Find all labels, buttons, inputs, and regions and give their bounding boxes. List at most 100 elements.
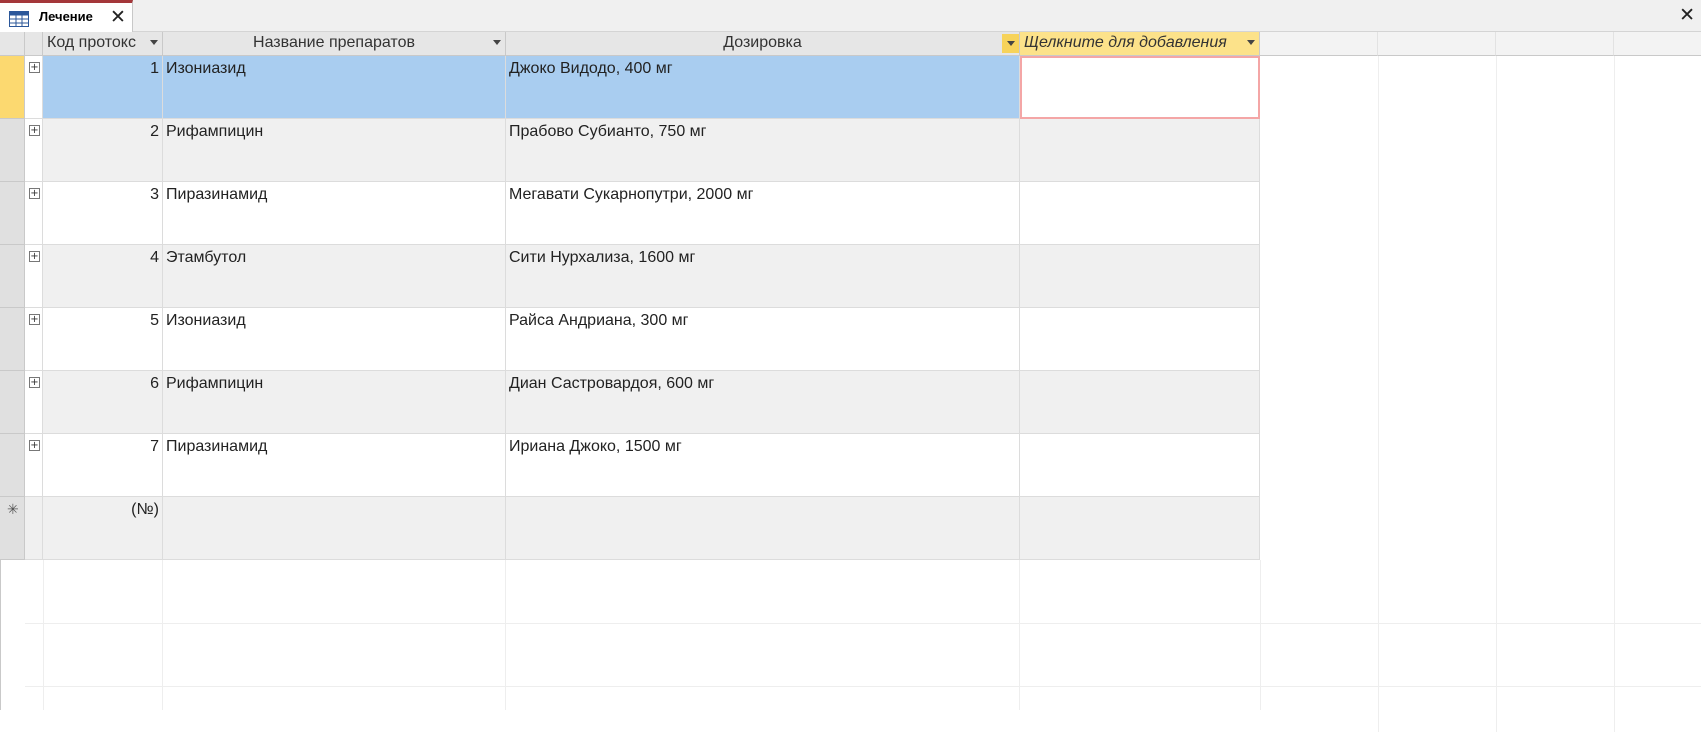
table-icon bbox=[9, 11, 29, 27]
column-header-dosage[interactable]: Дозировка bbox=[506, 32, 1020, 56]
grid-line bbox=[1260, 560, 1261, 710]
table-row[interactable]: + 3 Пиразинамид Мегавати Сукарнопутри, 2… bbox=[0, 182, 1260, 245]
empty-header bbox=[1496, 32, 1614, 56]
column-header-label: Название препаратов bbox=[253, 34, 415, 51]
record-selector[interactable] bbox=[0, 119, 25, 182]
subdatasheet-expander[interactable]: + bbox=[25, 119, 43, 182]
column-header-add-field[interactable]: Щелкните для добавления bbox=[1020, 32, 1260, 56]
table-row[interactable]: + 5 Изониазид Райса Андриана, 300 мг bbox=[0, 308, 1260, 371]
cell-drug[interactable]: Этамбутол bbox=[163, 245, 506, 308]
cell-add-field[interactable] bbox=[1020, 182, 1260, 245]
chevron-down-icon[interactable] bbox=[1247, 40, 1255, 45]
cell-dose[interactable]: Джоко Видодо, 400 мг bbox=[506, 56, 1020, 119]
cell-code[interactable]: 3 bbox=[43, 182, 163, 245]
subdatasheet-expander[interactable]: + bbox=[25, 245, 43, 308]
record-selector[interactable] bbox=[0, 245, 25, 308]
cell-drug[interactable]: Рифампицин bbox=[163, 119, 506, 182]
grid-line bbox=[1496, 56, 1497, 732]
grid-line bbox=[1019, 560, 1020, 710]
table-row[interactable]: + 7 Пиразинамид Ириана Джоко, 1500 мг bbox=[0, 434, 1260, 497]
record-selector[interactable] bbox=[0, 56, 25, 119]
column-header-label: Щелкните для добавления bbox=[1024, 34, 1227, 51]
grid-line bbox=[25, 686, 1701, 687]
subdatasheet-expander bbox=[25, 497, 43, 560]
plus-icon: + bbox=[29, 314, 40, 325]
subdatasheet-expander[interactable]: + bbox=[25, 182, 43, 245]
cell-dose[interactable]: Сити Нурхализа, 1600 мг bbox=[506, 245, 1020, 308]
record-selector[interactable] bbox=[0, 182, 25, 245]
cell-dose[interactable]: Мегавати Сукарнопутри, 2000 мг bbox=[506, 182, 1020, 245]
cell-drug[interactable]: Изониазид bbox=[163, 56, 506, 119]
table-row[interactable]: + 2 Рифампицин Прабово Субианто, 750 мг bbox=[0, 119, 1260, 182]
cell-code-new[interactable]: (№) bbox=[43, 497, 163, 560]
grid-line bbox=[505, 560, 506, 710]
cell-drug-new[interactable] bbox=[163, 497, 506, 560]
asterisk-icon: ✳ bbox=[7, 501, 19, 517]
column-header-label: Дозировка bbox=[723, 34, 802, 51]
tab-title: Лечение bbox=[39, 9, 93, 24]
empty-header bbox=[1260, 32, 1378, 56]
cell-code[interactable]: 6 bbox=[43, 371, 163, 434]
plus-icon: + bbox=[29, 440, 40, 451]
cell-code[interactable]: 2 bbox=[43, 119, 163, 182]
subdatasheet-expander[interactable]: + bbox=[25, 371, 43, 434]
column-header-code[interactable]: Код протокс bbox=[43, 32, 163, 56]
cell-dose[interactable]: Ириана Джоко, 1500 мг bbox=[506, 434, 1020, 497]
table-row[interactable]: + 4 Этамбутол Сити Нурхализа, 1600 мг bbox=[0, 245, 1260, 308]
cell-code[interactable]: 1 bbox=[43, 56, 163, 119]
chevron-down-icon[interactable] bbox=[150, 40, 158, 45]
cell-add-field[interactable] bbox=[1020, 371, 1260, 434]
cell-dose[interactable]: Райса Андриана, 300 мг bbox=[506, 308, 1020, 371]
cell-drug[interactable]: Изониазид bbox=[163, 308, 506, 371]
plus-icon: + bbox=[29, 251, 40, 262]
grid-line bbox=[25, 623, 1701, 624]
record-selector[interactable] bbox=[0, 308, 25, 371]
cell-add-field[interactable] bbox=[1020, 245, 1260, 308]
new-record-selector[interactable]: ✳ bbox=[0, 497, 25, 560]
record-selector[interactable] bbox=[0, 434, 25, 497]
cell-add-field-active[interactable] bbox=[1020, 56, 1260, 119]
cell-dose[interactable]: Диан Састровардоя, 600 мг bbox=[506, 371, 1020, 434]
cell-code[interactable]: 7 bbox=[43, 434, 163, 497]
record-selector[interactable] bbox=[0, 371, 25, 434]
subdatasheet-expander[interactable]: + bbox=[25, 308, 43, 371]
empty-header bbox=[1378, 32, 1496, 56]
grid-line bbox=[1378, 56, 1379, 732]
empty-header bbox=[1614, 32, 1701, 56]
grid-line bbox=[1614, 56, 1615, 732]
expander-header bbox=[25, 32, 43, 56]
table-row[interactable]: + 1 Изониазид Джоко Видодо, 400 мг bbox=[0, 56, 1260, 119]
cell-add-field[interactable] bbox=[1020, 119, 1260, 182]
subdatasheet-expander[interactable]: + bbox=[25, 56, 43, 119]
plus-icon: + bbox=[29, 125, 40, 136]
plus-icon: + bbox=[29, 188, 40, 199]
dropdown-button[interactable] bbox=[1002, 34, 1019, 53]
cell-code[interactable]: 5 bbox=[43, 308, 163, 371]
cell-add-field[interactable] bbox=[1020, 434, 1260, 497]
cell-add-field-new[interactable] bbox=[1020, 497, 1260, 560]
cell-drug[interactable]: Пиразинамид bbox=[163, 434, 506, 497]
plus-icon: + bbox=[29, 377, 40, 388]
cell-drug[interactable]: Пиразинамид bbox=[163, 182, 506, 245]
select-all-corner[interactable] bbox=[0, 32, 25, 56]
cell-drug[interactable]: Рифампицин bbox=[163, 371, 506, 434]
new-record-row[interactable]: ✳ (№) bbox=[0, 497, 1260, 560]
table-row[interactable]: + 6 Рифампицин Диан Састровардоя, 600 мг bbox=[0, 371, 1260, 434]
grid-line bbox=[0, 560, 1, 710]
cell-dose[interactable]: Прабово Субианто, 750 мг bbox=[506, 119, 1020, 182]
cell-add-field[interactable] bbox=[1020, 308, 1260, 371]
cell-code[interactable]: 4 bbox=[43, 245, 163, 308]
document-tab-bar: Лечение ✕ ✕ bbox=[0, 0, 1701, 33]
subdatasheet-expander[interactable]: + bbox=[25, 434, 43, 497]
chevron-down-icon bbox=[1007, 41, 1015, 46]
column-header-label: Код протокс bbox=[47, 34, 136, 51]
tab-lechenie[interactable]: Лечение ✕ bbox=[0, 0, 133, 33]
chevron-down-icon[interactable] bbox=[493, 40, 501, 45]
grid-line bbox=[162, 560, 163, 710]
cell-dose-new[interactable] bbox=[506, 497, 1020, 560]
grid-line bbox=[43, 560, 44, 710]
plus-icon: + bbox=[29, 62, 40, 73]
close-tab-icon[interactable]: ✕ bbox=[110, 6, 126, 29]
column-header-drug-name[interactable]: Название препаратов bbox=[163, 32, 506, 56]
close-window-icon[interactable]: ✕ bbox=[1679, 4, 1695, 27]
